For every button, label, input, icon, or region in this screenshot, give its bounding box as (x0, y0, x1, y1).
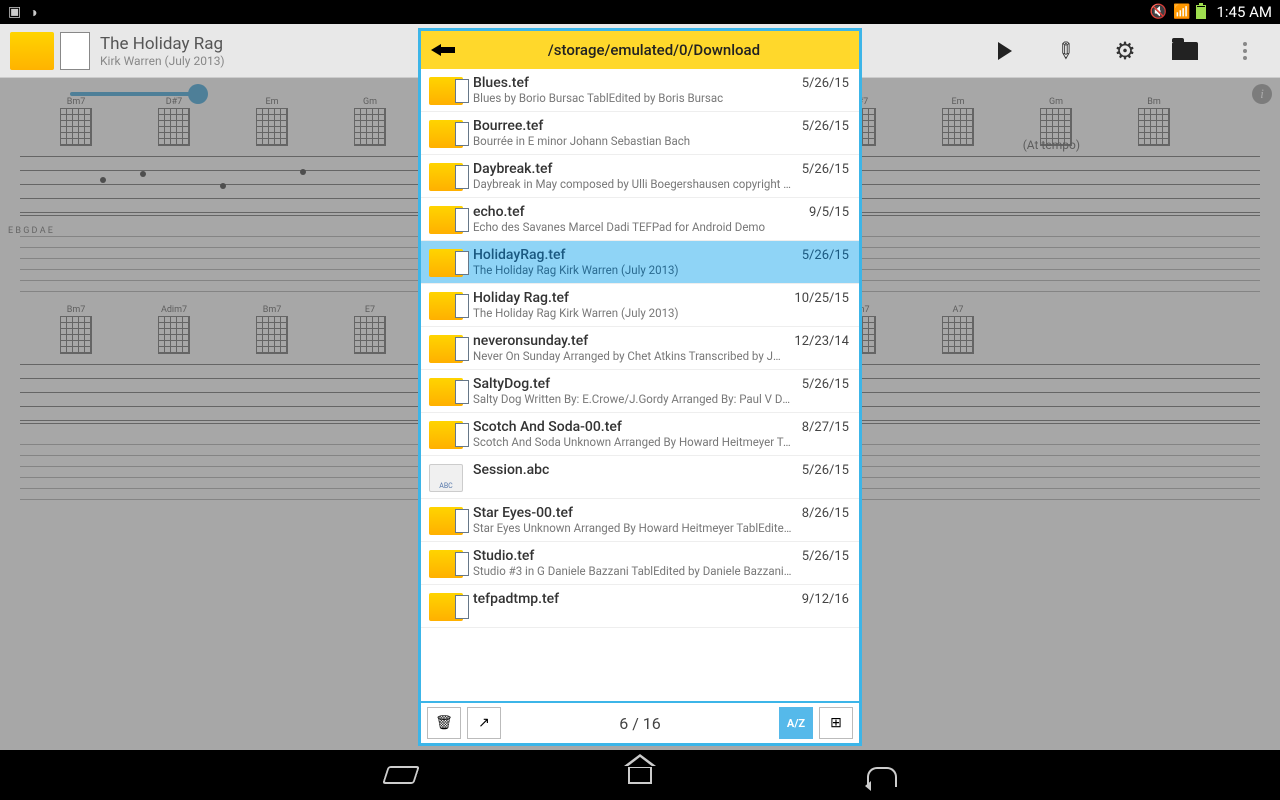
tef-file-icon (429, 335, 463, 363)
file-name: Studio.tef (473, 548, 792, 564)
file-row[interactable]: tefpadtmp.tef 9/12/16 (421, 585, 859, 628)
file-row[interactable]: echo.tefEcho des Savanes Marcel Dadi TEF… (421, 198, 859, 241)
file-description: Echo des Savanes Marcel Dadi TEFPad for … (473, 220, 799, 234)
file-name: Holiday Rag.tef (473, 290, 784, 306)
file-description: Blues by Borio Bursac TablEdited by Bori… (473, 91, 792, 105)
wifi-icon: 📶 (1173, 4, 1190, 20)
file-date: 5/26/15 (802, 76, 849, 91)
notification-icon: ▣ (8, 4, 21, 21)
tef-file-icon (429, 507, 463, 535)
abc-file-icon (429, 464, 463, 492)
status-bar: ▣ ◑ 🔇 📶 1:45 AM (0, 0, 1280, 24)
file-date: 9/12/16 (802, 592, 849, 607)
file-list[interactable]: Blues.tefBlues by Borio Bursac TablEdite… (421, 69, 859, 701)
tef-file-icon (429, 163, 463, 191)
song-subtitle: Kirk Warren (July 2013) (100, 54, 225, 68)
file-description: Scotch And Soda Unknown Arranged By Howa… (473, 435, 792, 449)
file-counter: 6 / 16 (507, 714, 773, 733)
file-date: 10/25/15 (794, 291, 849, 306)
current-path: /storage/emulated/0/Download (459, 41, 849, 59)
file-description: Star Eyes Unknown Arranged By Howard Hei… (473, 521, 792, 535)
file-row[interactable]: Star Eyes-00.tefStar Eyes Unknown Arrang… (421, 499, 859, 542)
app-icon (10, 32, 54, 70)
file-name: Blues.tef (473, 75, 792, 91)
tef-file-icon (429, 120, 463, 148)
edit-button[interactable]: ✎ (1047, 32, 1084, 69)
file-date: 9/5/15 (809, 205, 849, 220)
file-name: Session.abc (473, 462, 792, 478)
view-mode-button[interactable]: ⊞ (819, 707, 853, 739)
file-row[interactable]: Daybreak.tefDaybreak in May composed by … (421, 155, 859, 198)
nav-home-button[interactable] (619, 758, 661, 792)
file-description: Bourrée in E minor Johann Sebastian Bach (473, 134, 792, 148)
settings-button[interactable]: ⚙ (1112, 38, 1138, 64)
file-description: Daybreak in May composed by Ulli Boegers… (473, 177, 792, 191)
file-date: 8/27/15 (802, 420, 849, 435)
file-description: The Holiday Rag Kirk Warren (July 2013) (473, 306, 784, 320)
dialog-footer: 🗑 ↗ 6 / 16 A/Z ⊞ (421, 701, 859, 743)
tef-file-icon (429, 249, 463, 277)
file-date: 5/26/15 (802, 463, 849, 478)
file-date: 5/26/15 (802, 377, 849, 392)
chord-thumbnail-icon (60, 32, 90, 70)
tef-file-icon (429, 378, 463, 406)
file-date: 12/23/14 (794, 334, 849, 349)
android-nav-bar (0, 750, 1280, 800)
nav-recent-button[interactable] (861, 758, 903, 792)
back-button[interactable] (431, 38, 459, 62)
mute-icon: 🔇 (1150, 4, 1167, 20)
clock-text: 1:45 AM (1216, 3, 1272, 21)
file-description: The Holiday Rag Kirk Warren (July 2013) (473, 263, 792, 277)
song-meta: The Holiday Rag Kirk Warren (July 2013) (100, 34, 225, 68)
file-row[interactable]: Session.abc 5/26/15 (421, 456, 859, 499)
file-row[interactable]: Studio.tefStudio #3 in G Daniele Bazzani… (421, 542, 859, 585)
file-date: 5/26/15 (802, 119, 849, 134)
tef-file-icon (429, 550, 463, 578)
tef-file-icon (429, 593, 463, 621)
folder-button[interactable] (1172, 38, 1198, 64)
file-row[interactable]: Bourree.tefBourrée in E minor Johann Seb… (421, 112, 859, 155)
tef-file-icon (429, 206, 463, 234)
file-row[interactable]: HolidayRag.tefThe Holiday Rag Kirk Warre… (421, 241, 859, 284)
nav-back-button[interactable] (377, 758, 419, 792)
delete-button[interactable]: 🗑 (427, 707, 461, 739)
file-row[interactable]: SaltyDog.tefSalty Dog Written By: E.Crow… (421, 370, 859, 413)
file-row[interactable]: neveronsunday.tefNever On Sunday Arrange… (421, 327, 859, 370)
sort-button[interactable]: A/Z (779, 707, 813, 739)
file-name: Daybreak.tef (473, 161, 792, 177)
file-row[interactable]: Holiday Rag.tefThe Holiday Rag Kirk Warr… (421, 284, 859, 327)
file-row[interactable]: Scotch And Soda-00.tefScotch And Soda Un… (421, 413, 859, 456)
file-description: Studio #3 in G Daniele Bazzani TablEdite… (473, 564, 792, 578)
file-name: HolidayRag.tef (473, 247, 792, 263)
file-date: 5/26/15 (802, 248, 849, 263)
file-name: Bourree.tef (473, 118, 792, 134)
file-date: 5/26/15 (802, 549, 849, 564)
play-button[interactable] (992, 38, 1018, 64)
file-name: Scotch And Soda-00.tef (473, 419, 792, 435)
file-description: Salty Dog Written By: E.Crowe/J.Gordy Ar… (473, 392, 792, 406)
notification-icon-2: ◑ (29, 4, 37, 21)
tef-file-icon (429, 292, 463, 320)
file-name: echo.tef (473, 204, 799, 220)
file-row[interactable]: Blues.tefBlues by Borio Bursac TablEdite… (421, 69, 859, 112)
file-date: 8/26/15 (802, 506, 849, 521)
file-name: tefpadtmp.tef (473, 591, 792, 607)
file-browser-dialog: /storage/emulated/0/Download Blues.tefBl… (418, 28, 862, 746)
file-name: Star Eyes-00.tef (473, 505, 792, 521)
overflow-menu-button[interactable] (1232, 38, 1258, 64)
file-date: 5/26/15 (802, 162, 849, 177)
song-title: The Holiday Rag (100, 34, 225, 54)
file-description: Never On Sunday Arranged by Chet Atkins … (473, 349, 784, 363)
battery-icon (1196, 5, 1206, 19)
tef-file-icon (429, 421, 463, 449)
dialog-header: /storage/emulated/0/Download (421, 31, 859, 69)
share-button[interactable]: ↗ (467, 707, 501, 739)
tef-file-icon (429, 77, 463, 105)
file-name: SaltyDog.tef (473, 376, 792, 392)
file-name: neveronsunday.tef (473, 333, 784, 349)
